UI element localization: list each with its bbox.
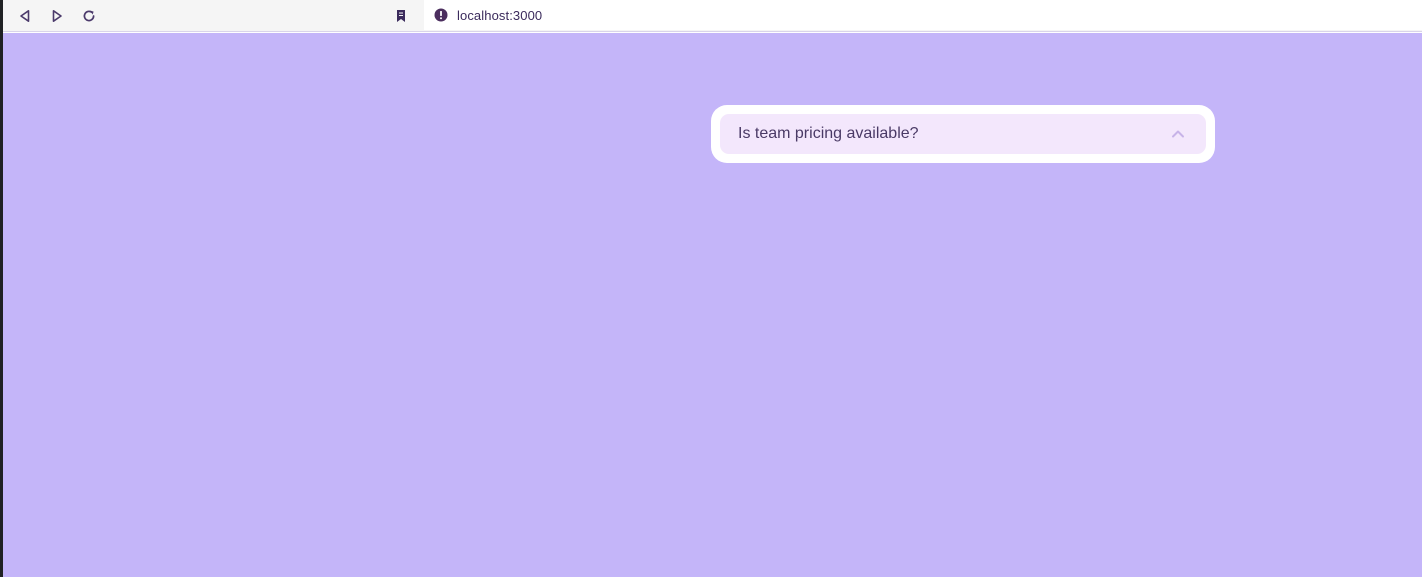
back-button[interactable] <box>14 5 36 27</box>
faq-accordion-card: Is team pricing available? <box>711 105 1215 163</box>
forward-button[interactable] <box>46 5 68 27</box>
browser-window: localhost:3000 Is team pricing available… <box>0 0 1422 577</box>
not-secure-icon[interactable] <box>434 8 448 22</box>
faq-question-text: Is team pricing available? <box>738 125 919 142</box>
url-text: localhost:3000 <box>457 7 543 23</box>
chevron-up-icon[interactable] <box>1170 126 1186 142</box>
back-arrow-icon <box>18 9 32 23</box>
bookmark-icon <box>395 9 407 23</box>
address-bar[interactable]: localhost:3000 <box>424 0 1422 30</box>
faq-question-toggle[interactable]: Is team pricing available? <box>720 114 1206 154</box>
browser-toolbar: localhost:3000 <box>0 0 1422 32</box>
forward-arrow-icon <box>50 9 64 23</box>
page-viewport: Is team pricing available? <box>3 33 1422 577</box>
reload-icon <box>82 9 96 23</box>
window-left-edge <box>0 0 3 577</box>
bookmark-button[interactable] <box>390 5 412 27</box>
reload-button[interactable] <box>78 5 100 27</box>
